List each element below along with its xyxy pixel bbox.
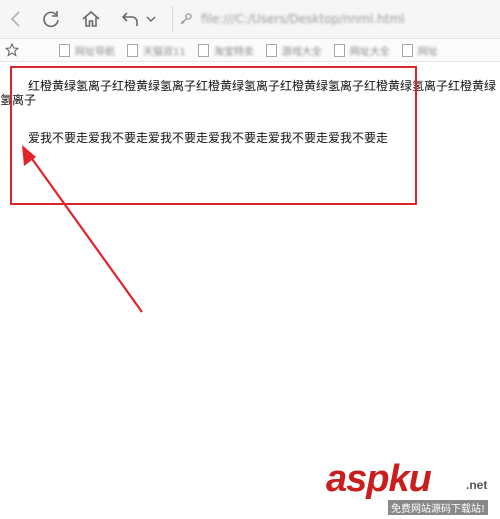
browser-toolbar bbox=[0, 0, 500, 39]
watermark-tagline: 免费网站源码下载站! bbox=[388, 500, 489, 515]
home-button[interactable] bbox=[76, 4, 106, 34]
favorite-item[interactable]: 天猫双11 bbox=[127, 43, 186, 58]
site-watermark: aspku .net 免费网站源码下载站! bbox=[326, 458, 500, 519]
favorites-star-button[interactable] bbox=[3, 41, 21, 59]
favorite-item[interactable]: 网址导航 bbox=[59, 43, 115, 58]
favorite-label: 网址大全 bbox=[349, 46, 390, 58]
document-icon bbox=[401, 43, 413, 57]
back-button[interactable] bbox=[0, 4, 30, 34]
favorite-label: 淘宝特卖 bbox=[213, 46, 254, 58]
refresh-button[interactable] bbox=[36, 4, 66, 34]
favorite-item[interactable]: 网址大全 bbox=[333, 43, 390, 58]
document-icon bbox=[59, 43, 70, 57]
watermark-tld: .net bbox=[466, 478, 488, 492]
annotation-arrow bbox=[22, 145, 143, 313]
chevron-down-icon bbox=[146, 16, 156, 22]
star-icon bbox=[5, 43, 19, 57]
favorite-item[interactable]: 淘宝特卖 bbox=[197, 43, 254, 58]
document-icon bbox=[197, 43, 209, 57]
address-bar[interactable] bbox=[172, 6, 500, 32]
favorites-bar: 网址导航 天猫双11 淘宝特卖 游戏大全 网址大全 网址 bbox=[0, 39, 500, 62]
favorite-item[interactable]: 网址 bbox=[401, 43, 438, 58]
document-icon bbox=[333, 43, 345, 57]
undo-dropdown-button[interactable] bbox=[140, 4, 162, 34]
page-info-icon bbox=[180, 13, 192, 25]
watermark-brand: aspku bbox=[326, 458, 432, 500]
favorite-label: 网址导航 bbox=[75, 46, 115, 58]
favorite-item[interactable]: 游戏大全 bbox=[265, 43, 322, 58]
undo-icon bbox=[121, 12, 138, 26]
document-icon bbox=[127, 43, 138, 57]
home-icon bbox=[82, 10, 100, 27]
document-icon bbox=[265, 43, 277, 57]
favorite-label: 游戏大全 bbox=[281, 46, 322, 58]
favorite-label: 天猫双11 bbox=[143, 46, 186, 58]
url-input[interactable] bbox=[199, 11, 500, 27]
back-arrow-icon bbox=[10, 11, 20, 27]
refresh-icon bbox=[43, 11, 59, 28]
favorite-label: 网址 bbox=[417, 46, 438, 58]
page-viewport: 红橙黄绿氢离子红橙黄绿氢离子红橙黄绿氢离子红橙黄绿氢离子红橙黄绿氢离子红橙黄绿氢… bbox=[0, 62, 500, 519]
